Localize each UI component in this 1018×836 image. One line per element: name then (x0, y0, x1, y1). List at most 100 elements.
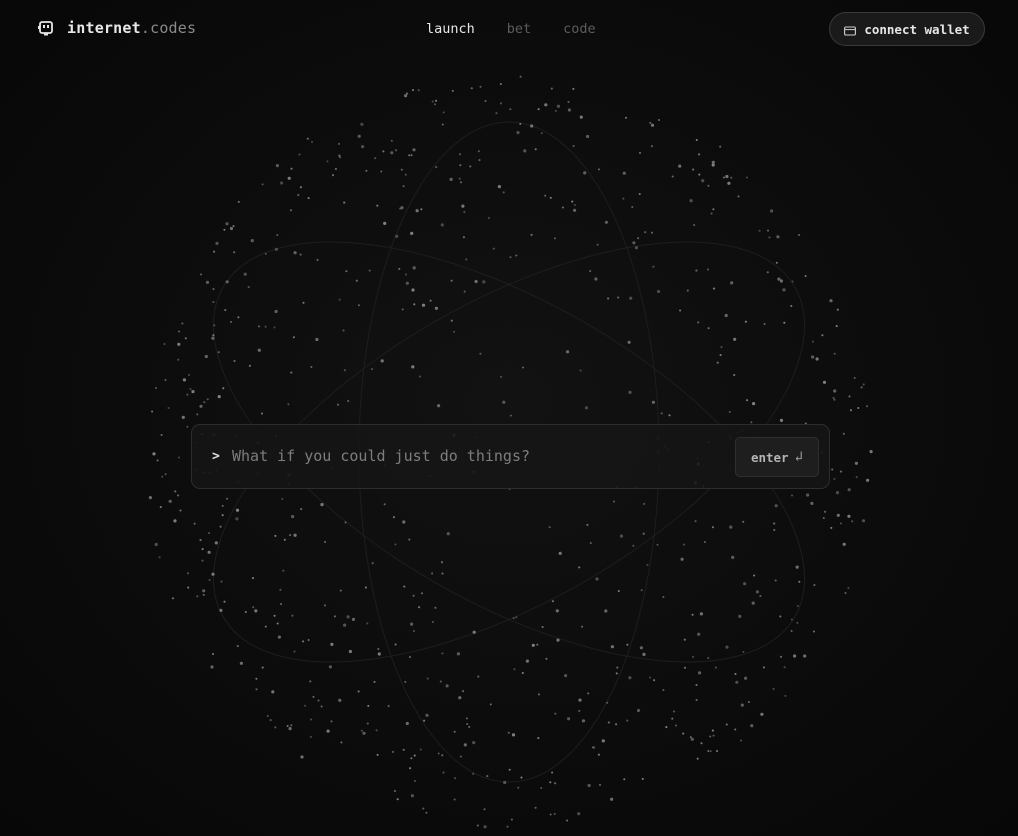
particle-dot (168, 499, 172, 503)
particle-dot (567, 108, 572, 112)
particle-dot (410, 231, 414, 235)
particle-dot (395, 234, 399, 238)
particle-dot (709, 735, 712, 738)
particle-dot (597, 168, 600, 171)
particle-dot (152, 452, 156, 456)
particle-dot (458, 153, 461, 156)
particle-dot (551, 771, 554, 774)
nav-item-launch[interactable]: launch (426, 21, 475, 37)
nav-item-bet[interactable]: bet (507, 21, 531, 37)
particle-dot (264, 625, 267, 628)
particle-dot (759, 595, 762, 598)
particle-dot (333, 615, 336, 618)
particle-dot (507, 731, 510, 734)
particle-dot (399, 207, 402, 210)
particle-dot (201, 548, 204, 551)
particle-dot (255, 677, 258, 680)
particle-dot (612, 500, 616, 503)
particle-dot (755, 590, 760, 594)
particle-dot (869, 450, 873, 454)
particle-dot (725, 723, 728, 726)
particle-dot (617, 296, 620, 299)
particle-dot (650, 123, 655, 127)
connect-wallet-button[interactable]: connect wallet (829, 12, 985, 46)
particle-dot (459, 164, 462, 167)
particle-dot (440, 223, 444, 227)
particle-dot (566, 350, 570, 354)
particle-dot (691, 613, 694, 616)
particle-dot (445, 684, 449, 688)
particle-dot (309, 680, 312, 683)
top-navigation-bar: internet.codes launch bet code connect w… (0, 0, 1018, 60)
particle-dot (252, 606, 255, 609)
particle-dot (377, 652, 381, 656)
particle-dot (544, 103, 548, 107)
particle-dot (509, 108, 512, 111)
particle-dot (499, 83, 502, 86)
particle-dot (221, 514, 224, 517)
particle-dot (610, 645, 615, 649)
particle-dot (402, 748, 405, 751)
particle-dot (212, 288, 215, 291)
particle-dot (515, 254, 518, 257)
particle-dot (463, 743, 467, 747)
particle-dot (328, 665, 332, 669)
particle-dot (375, 729, 378, 732)
particle-dot (472, 741, 476, 745)
brand-logo[interactable]: internet.codes (37, 19, 196, 37)
particle-dot (202, 589, 206, 593)
particle-dot (753, 574, 756, 577)
particle-dot (593, 746, 596, 749)
particle-dot (502, 191, 505, 194)
nav-item-code[interactable]: code (563, 21, 596, 37)
particle-dot (293, 251, 297, 255)
particle-dot (408, 154, 411, 157)
particle-dot (214, 541, 218, 545)
particle-dot (537, 108, 540, 111)
particle-dot (441, 652, 444, 655)
particle-dot (413, 303, 416, 306)
particle-dot (177, 342, 181, 346)
particle-dot (450, 319, 453, 322)
particle-dot (217, 351, 220, 354)
particle-dot (317, 699, 320, 702)
particle-dot (361, 145, 365, 149)
particle-dot (211, 572, 215, 576)
particle-dot (205, 280, 210, 284)
particle-dot (742, 520, 745, 523)
particle-dot (413, 779, 416, 783)
particle-dot (478, 159, 481, 162)
particle-dot (355, 279, 358, 282)
particle-dot (587, 692, 590, 695)
particle-dot (549, 781, 552, 784)
particle-dot (619, 534, 624, 538)
particle-dot (695, 138, 698, 142)
particle-dot (281, 497, 284, 500)
particle-dot (521, 671, 524, 675)
particle-dot (182, 378, 186, 382)
enter-button[interactable]: enter ↲ (735, 437, 819, 477)
enter-button-label: enter (750, 449, 789, 465)
particle-dot (853, 376, 856, 379)
particle-dot (707, 184, 710, 187)
particle-dot (423, 719, 426, 722)
particle-dot (437, 752, 440, 755)
particle-dot (458, 696, 462, 700)
particle-dot (409, 767, 412, 770)
particle-dot (277, 635, 281, 639)
particle-dot (733, 373, 736, 377)
particle-dot (610, 797, 614, 801)
particle-dot (254, 609, 258, 613)
particle-dot (459, 181, 463, 184)
particle-dot (225, 280, 229, 284)
particle-dot (595, 577, 599, 581)
particle-dot (522, 366, 525, 369)
particle-dot (316, 258, 319, 261)
prompt-input[interactable] (232, 440, 722, 472)
particle-dot (302, 640, 305, 643)
particle-dot (474, 279, 478, 284)
particle-dot (500, 375, 503, 378)
particle-dot (222, 387, 225, 390)
particle-dot (596, 243, 599, 246)
particle-dot (461, 204, 465, 208)
